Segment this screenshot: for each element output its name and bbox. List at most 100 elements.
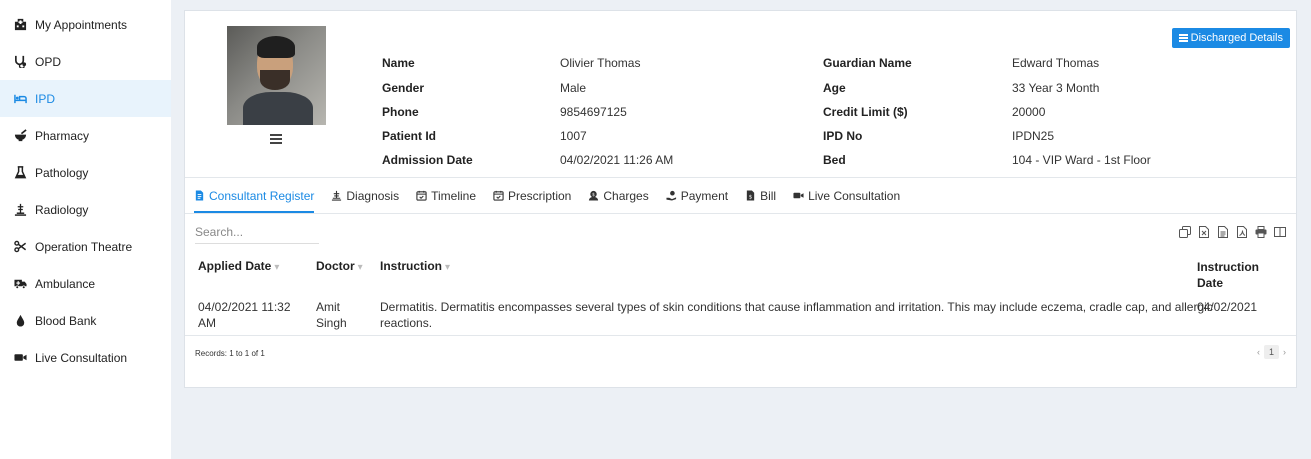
sidebar-item-opd[interactable]: OPD — [0, 43, 171, 80]
svg-text:$: $ — [592, 192, 595, 198]
sidebar-item-label: IPD — [35, 91, 56, 106]
ipd-no-value: IPDN25 — [1012, 129, 1055, 143]
tab-label: Diagnosis — [346, 188, 400, 203]
sidebar-item-blood-bank[interactable]: Blood Bank — [0, 302, 171, 339]
guardian-name-value: Edward Thomas — [1012, 56, 1100, 70]
column-header-doctor[interactable]: Doctor ▾ — [316, 259, 363, 273]
bed-value: 104 - VIP Ward - 1st Floor — [1012, 153, 1151, 167]
table-cell-doctor: Amit Singh — [316, 299, 347, 331]
prev-page-button[interactable]: ‹ — [1257, 347, 1260, 357]
sidebar-item-ambulance[interactable]: Ambulance — [0, 265, 171, 302]
tab-bar: Consultant Register Diagnosis Timeline P… — [185, 178, 1296, 213]
tab-timeline[interactable]: Timeline — [416, 178, 476, 213]
hamburger-menu-icon[interactable] — [270, 134, 282, 146]
records-count: Records: 1 to 1 of 1 — [195, 349, 265, 358]
cell-text: 04/02/2021 11:32 — [198, 300, 291, 314]
column-header-applied-date[interactable]: Applied Date ▾ — [198, 259, 279, 273]
cell-text: reactions. — [380, 316, 433, 330]
ipd-no-label: IPD No — [823, 129, 863, 143]
sort-icon: ▾ — [445, 262, 451, 273]
column-header-label: Applied Date — [198, 259, 272, 273]
tab-bill[interactable]: $ Bill — [745, 178, 776, 213]
register-icon — [194, 190, 205, 201]
column-header-instruction[interactable]: Instruction ▾ — [380, 259, 450, 273]
sidebar-item-operation-theatre[interactable]: Operation Theatre — [0, 228, 171, 265]
page-button-current[interactable]: 1 — [1263, 345, 1279, 359]
ambulance-icon — [13, 277, 27, 291]
column-header-instruction-date[interactable]: Instruction Date — [1197, 259, 1259, 291]
bill-icon: $ — [745, 190, 756, 201]
gender-label: Gender — [382, 81, 425, 95]
hospital-icon — [13, 18, 27, 32]
patient-card: Name Olivier Thomas Gender Male Phone 98… — [184, 10, 1297, 388]
tab-diagnosis[interactable]: Diagnosis — [331, 178, 399, 213]
patient-id-label: Patient Id — [382, 129, 437, 143]
phone-label: Phone — [382, 105, 419, 119]
pdf-icon[interactable] — [1236, 226, 1248, 238]
columns-icon[interactable] — [1274, 226, 1286, 238]
sidebar-item-my-appointments[interactable]: My Appointments — [0, 6, 171, 43]
tab-payment[interactable]: Payment — [666, 178, 728, 213]
admission-date-label: Admission Date — [382, 153, 473, 167]
excel-icon[interactable] — [1198, 226, 1210, 238]
phone-value: 9854697125 — [560, 105, 627, 119]
sidebar-item-label: Pathology — [35, 165, 89, 180]
sidebar-item-live-consultation[interactable]: Live Consultation — [0, 339, 171, 376]
tab-prescription[interactable]: Prescription — [493, 178, 571, 213]
next-page-button[interactable]: › — [1283, 347, 1286, 357]
table-toolbar — [1172, 226, 1286, 238]
tab-label: Timeline — [431, 188, 476, 203]
stethoscope-icon — [13, 55, 27, 69]
guardian-name-label: Guardian Name — [823, 56, 912, 70]
sidebar-item-label: Blood Bank — [35, 313, 97, 328]
charges-icon: $ — [588, 190, 599, 201]
sidebar-item-pathology[interactable]: Pathology — [0, 154, 171, 191]
scissors-icon — [13, 240, 27, 254]
payment-icon — [666, 190, 677, 201]
tab-label: Live Consultation — [808, 188, 901, 203]
sidebar-item-label: Live Consultation — [35, 350, 128, 365]
sidebar-item-pharmacy[interactable]: Pharmacy — [0, 117, 171, 154]
age-label: Age — [823, 81, 846, 95]
sidebar: My Appointments OPD IPD Pharmacy Patholo… — [0, 0, 171, 459]
patient-id-value: 1007 — [560, 129, 587, 143]
column-header-label: Instruction — [1197, 260, 1259, 274]
sidebar-item-label: Pharmacy — [35, 128, 90, 143]
blood-drop-icon — [13, 314, 27, 328]
sidebar-item-label: Ambulance — [35, 276, 96, 291]
gender-value: Male — [560, 81, 587, 95]
credit-limit-value: 20000 — [1012, 105, 1046, 119]
divider — [185, 335, 1296, 336]
print-icon[interactable] — [1255, 226, 1267, 238]
table-cell-instruction-date: 04/02/2021 — [1197, 300, 1258, 314]
video-icon — [793, 190, 804, 201]
discharged-details-button[interactable]: Discharged Details — [1171, 28, 1290, 48]
copy-icon[interactable] — [1179, 226, 1191, 238]
sort-icon: ▾ — [274, 262, 280, 273]
calendar-check-icon — [416, 190, 427, 201]
tab-live-consultation[interactable]: Live Consultation — [793, 178, 900, 213]
tab-label: Bill — [760, 188, 777, 203]
table-cell-instruction: Dermatitis. Dermatitis encompasses sever… — [380, 299, 1213, 331]
search-input[interactable] — [195, 221, 319, 244]
tab-label: Prescription — [508, 188, 572, 203]
video-icon — [13, 351, 27, 365]
name-label: Name — [382, 56, 415, 70]
tab-charges[interactable]: $ Charges — [588, 178, 649, 213]
sidebar-item-ipd[interactable]: IPD — [0, 80, 171, 117]
cell-text: Singh — [316, 316, 347, 330]
tab-consultant-register[interactable]: Consultant Register — [194, 178, 315, 213]
xray-icon — [13, 203, 27, 217]
tab-label: Consultant Register — [209, 188, 315, 203]
table-cell-applied-date: 04/02/2021 11:32 AM — [198, 299, 291, 331]
column-header-label: Date — [1197, 276, 1224, 290]
name-value: Olivier Thomas — [560, 56, 641, 70]
svg-text:$: $ — [749, 194, 753, 200]
csv-icon[interactable] — [1217, 226, 1229, 238]
bed-label: Bed — [823, 153, 846, 167]
sidebar-item-label: Operation Theatre — [35, 239, 133, 254]
sidebar-item-radiology[interactable]: Radiology — [0, 191, 171, 228]
flask-icon — [13, 166, 27, 180]
pagination: ‹ 1 › — [1257, 345, 1286, 359]
age-value: 33 Year 3 Month — [1012, 81, 1100, 95]
